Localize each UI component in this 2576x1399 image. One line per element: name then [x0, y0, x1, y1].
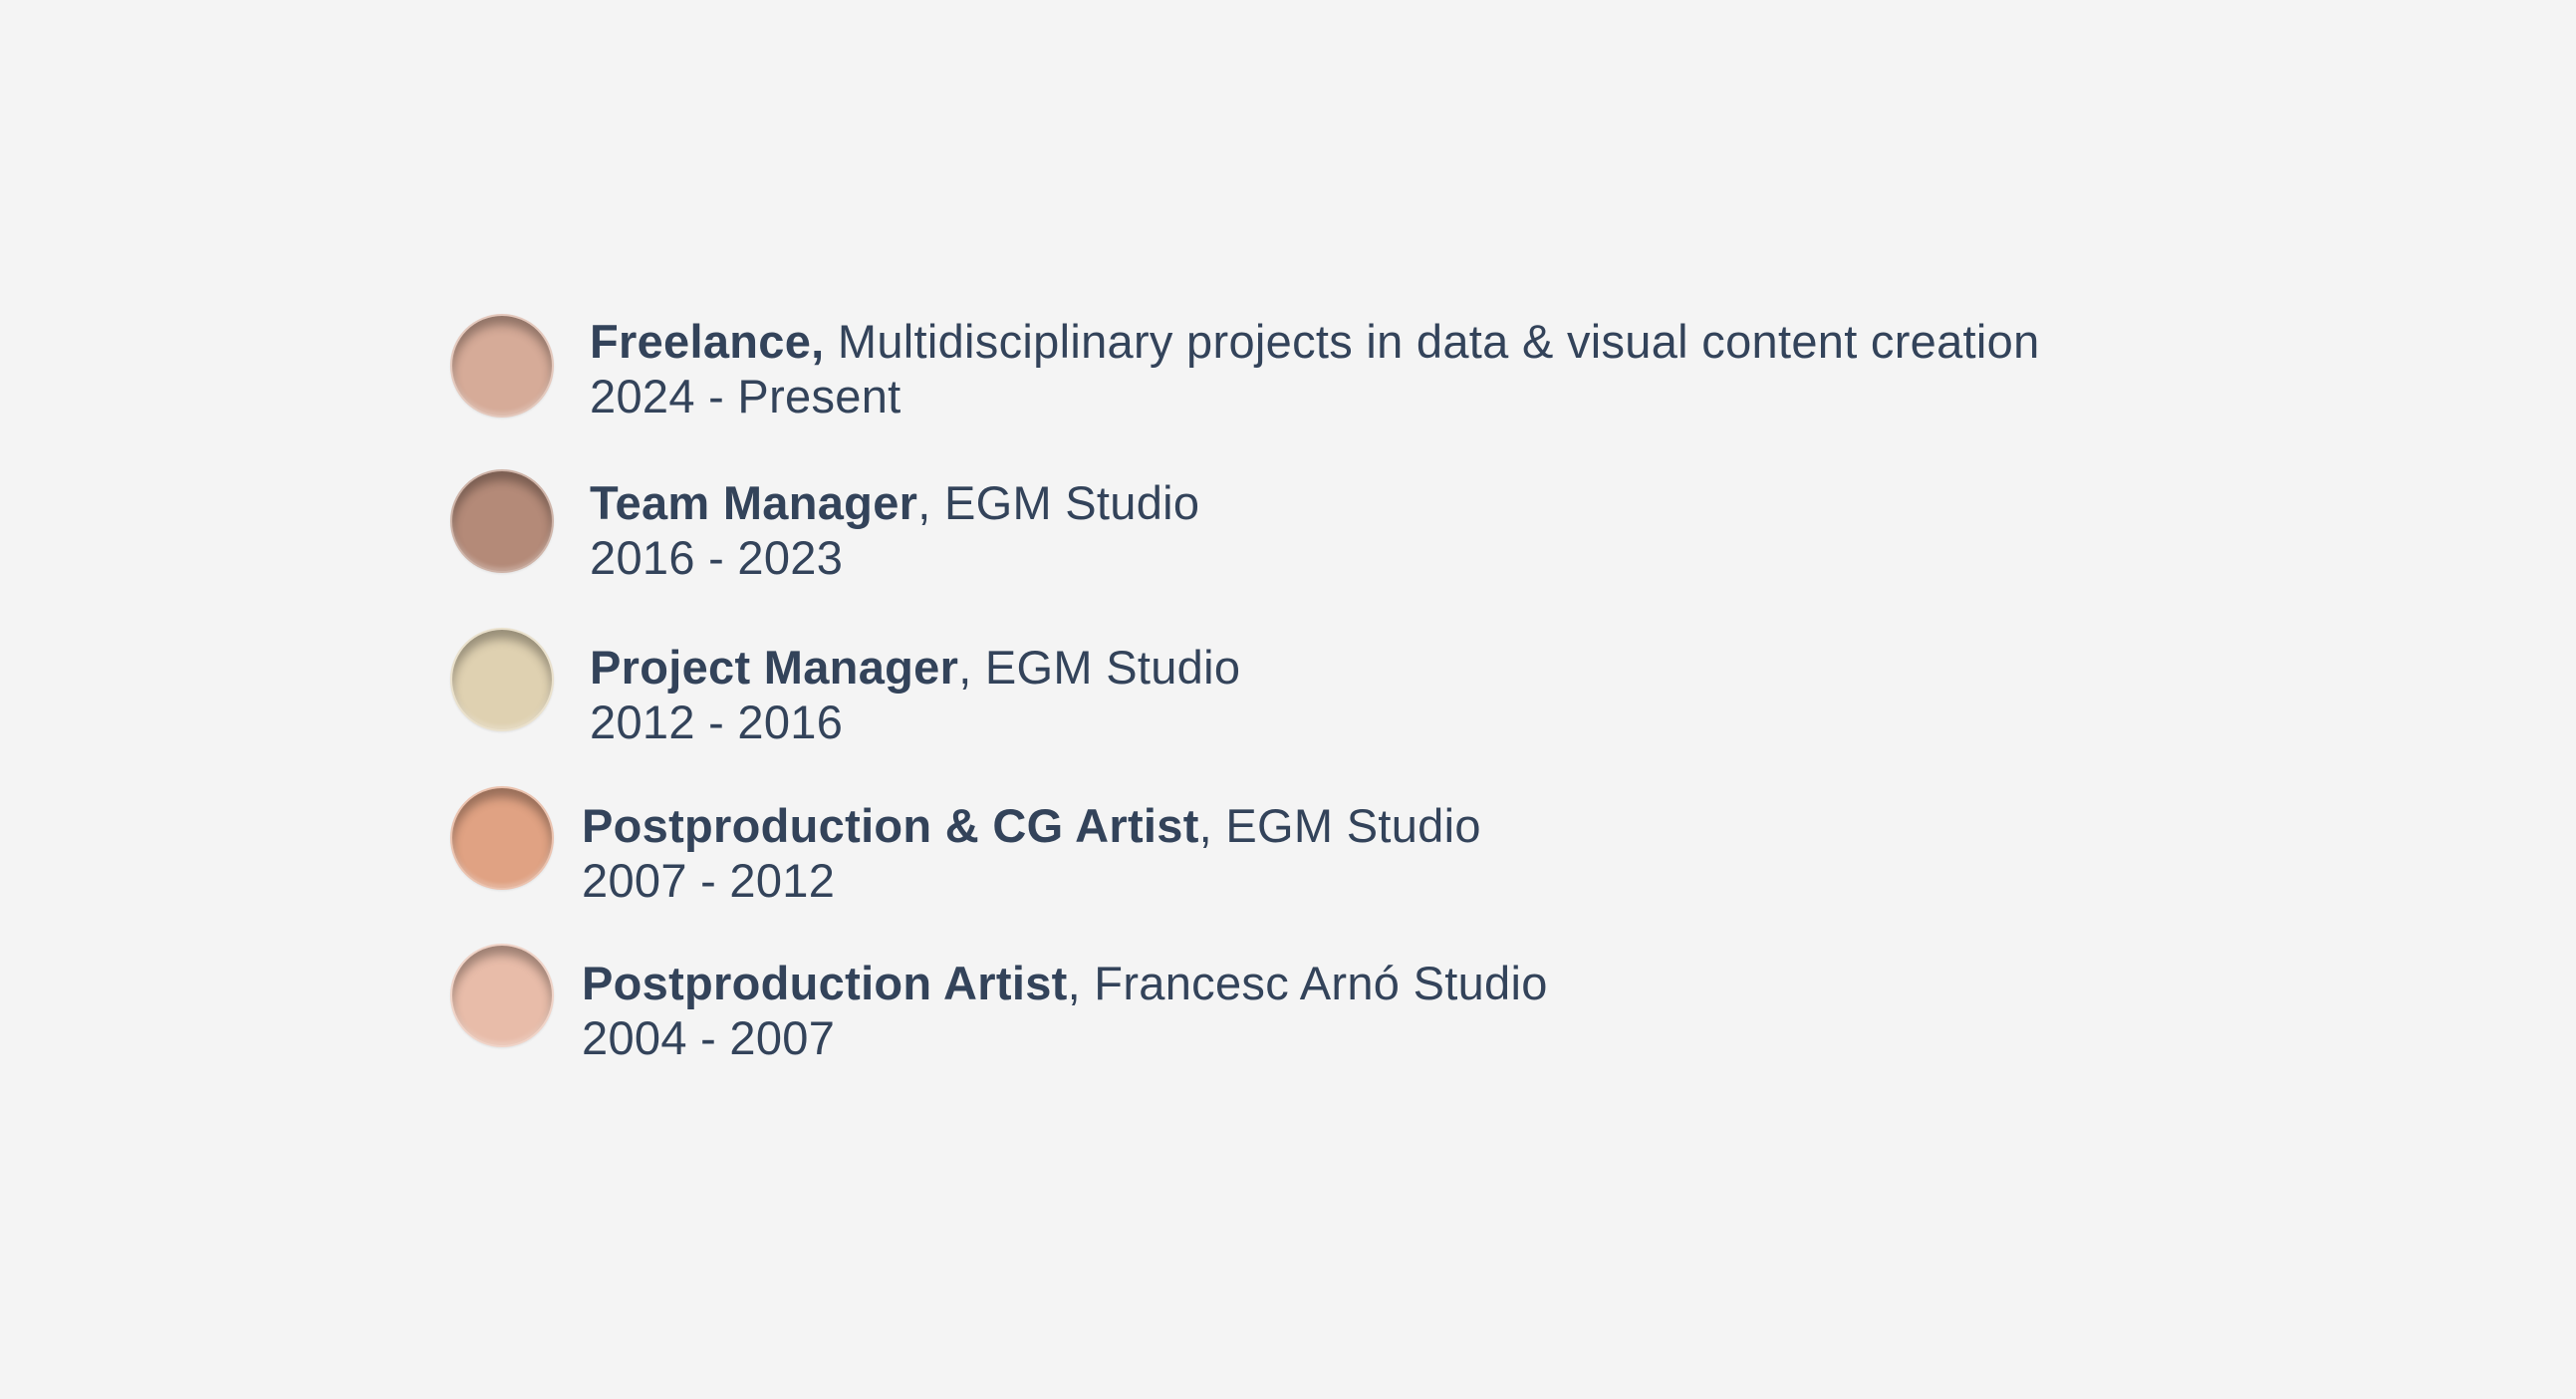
entry-title-line: Postproduction Artist, Francesc Arnó Stu… [582, 956, 1548, 1010]
entry-company: , Francesc Arnó Studio [1067, 957, 1548, 1009]
entry-text: Postproduction & CG Artist, EGM Studio 2… [582, 798, 1481, 908]
entry-title-line: Freelance, Multidisciplinary projects in… [590, 314, 2040, 369]
entry-period: 2007 - 2012 [582, 854, 836, 907]
entry-text: Freelance, Multidisciplinary projects in… [590, 314, 2040, 423]
entry-company: , EGM Studio [958, 641, 1241, 694]
entry-text: Project Manager, EGM Studio 2012 - 2016 [590, 640, 1240, 749]
entry-role: Postproduction & CG Artist [582, 799, 1199, 852]
entry-period: 2004 - 2007 [582, 1011, 836, 1064]
timeline-dot [450, 469, 554, 573]
entry-text: Team Manager, EGM Studio 2016 - 2023 [590, 475, 1199, 585]
experience-timeline: Freelance, Multidisciplinary projects in… [0, 0, 2576, 1399]
entry-title-line: Project Manager, EGM Studio [590, 640, 1240, 695]
entry-role: Team Manager [590, 476, 918, 529]
entry-role: Postproduction Artist [582, 957, 1068, 1009]
entry-company: , EGM Studio [1198, 799, 1481, 852]
entry-title-line: Postproduction & CG Artist, EGM Studio [582, 798, 1481, 853]
entry-period: 2016 - 2023 [590, 531, 844, 584]
timeline-dot [450, 944, 554, 1047]
timeline-dot [450, 628, 554, 731]
entry-text: Postproduction Artist, Francesc Arnó Stu… [582, 956, 1548, 1065]
entry-role: Freelance, [590, 315, 825, 368]
timeline-entry: Team Manager, EGM Studio 2016 - 2023 [0, 469, 2576, 589]
entry-company: Multidisciplinary projects in data & vis… [824, 315, 2040, 368]
entry-period: 2024 - Present [590, 370, 902, 422]
entry-company: , EGM Studio [917, 476, 1200, 529]
entry-period: 2012 - 2016 [590, 696, 844, 748]
entry-role: Project Manager [590, 641, 959, 694]
timeline-dot [450, 786, 554, 890]
timeline-entry: Project Manager, EGM Studio 2012 - 2016 [0, 628, 2576, 749]
timeline-entry: Postproduction & CG Artist, EGM Studio 2… [0, 786, 2576, 908]
timeline-dot [450, 314, 554, 418]
entry-title-line: Team Manager, EGM Studio [590, 475, 1199, 530]
timeline-entry: Freelance, Multidisciplinary projects in… [0, 314, 2576, 433]
timeline-entry: Postproduction Artist, Francesc Arnó Stu… [0, 944, 2576, 1065]
